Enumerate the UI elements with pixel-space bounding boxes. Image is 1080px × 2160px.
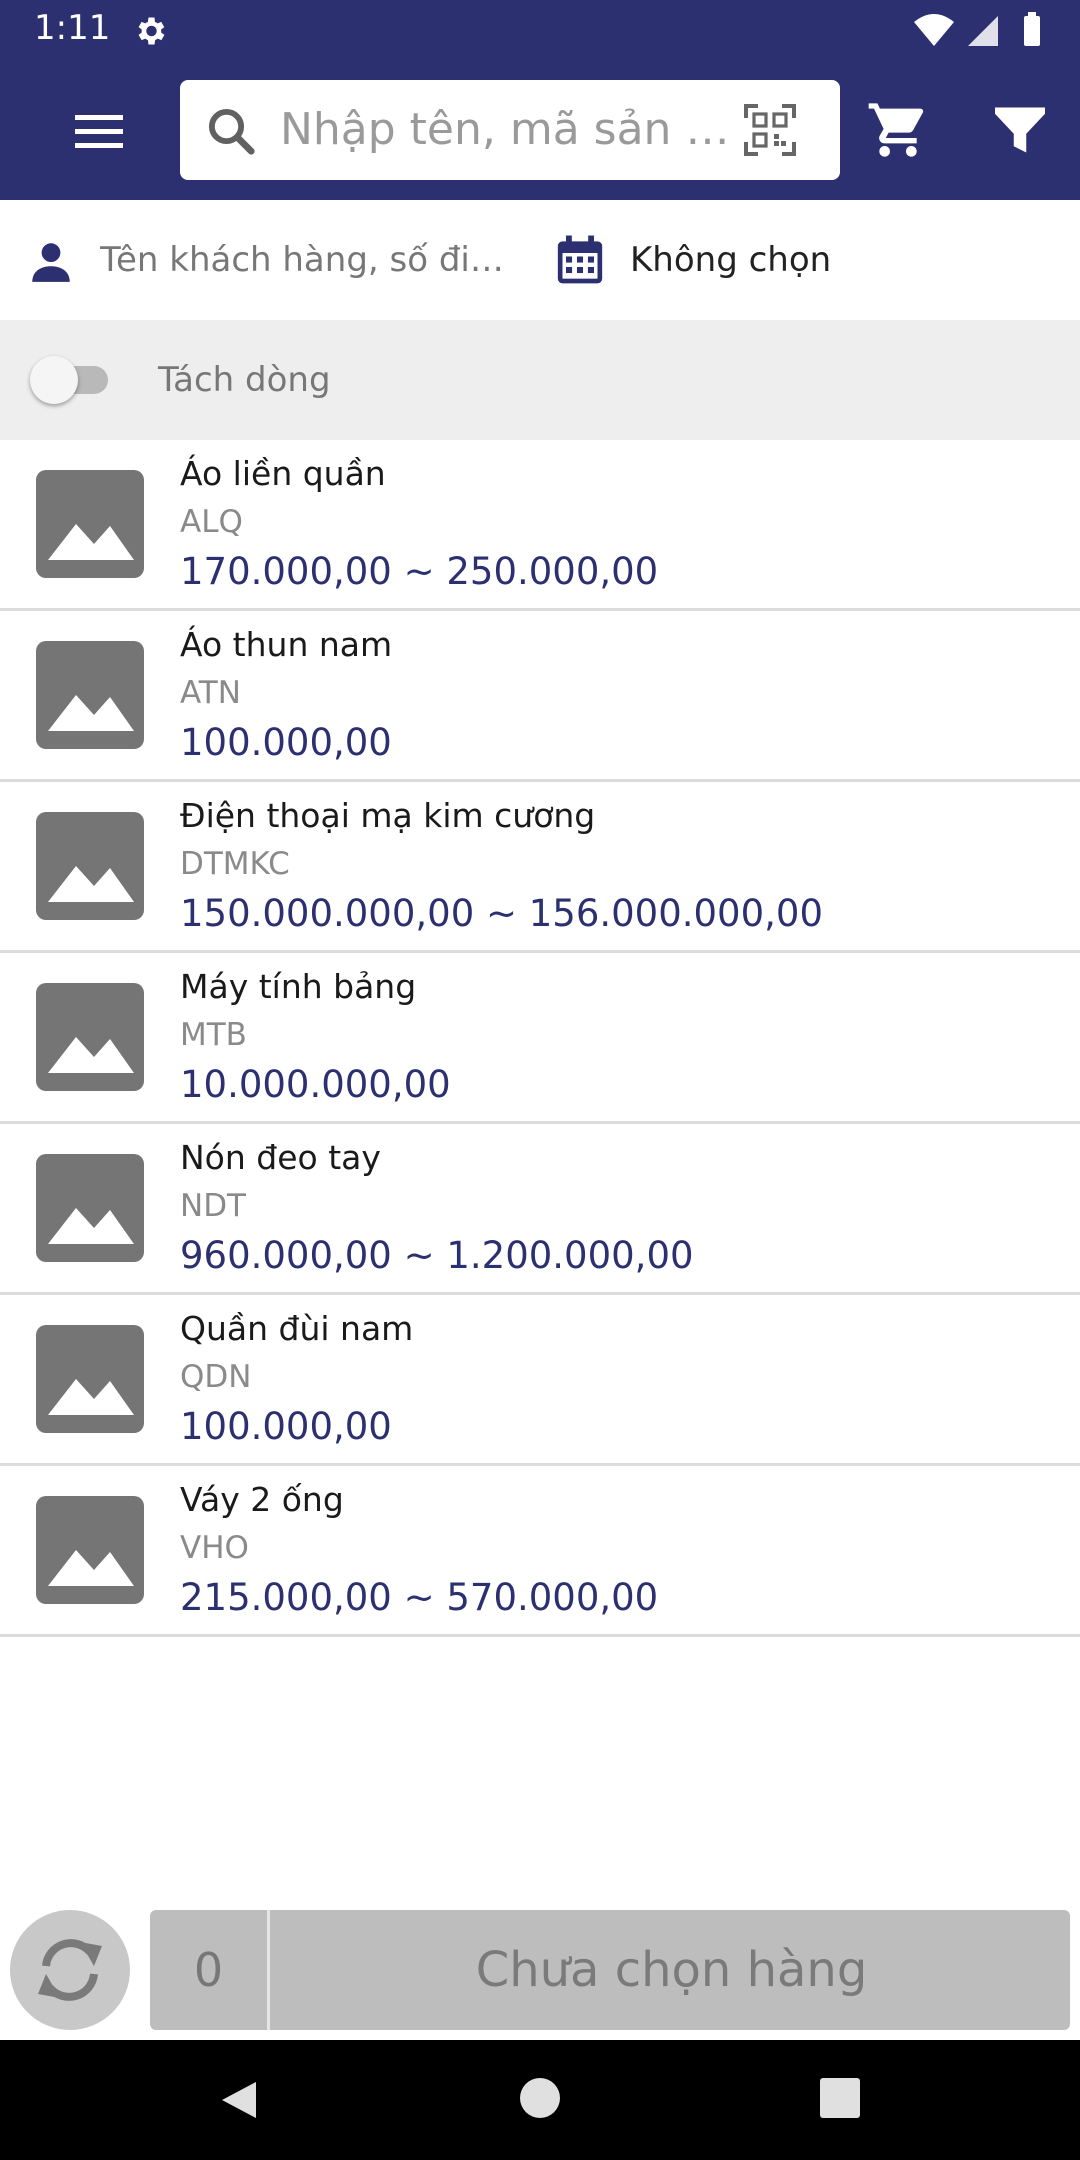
image-placeholder-icon: [36, 1154, 144, 1262]
selected-count: 0: [150, 1910, 270, 2030]
image-placeholder-icon: [36, 812, 144, 920]
product-item[interactable]: Áo liền quần ALQ 170.000,00 ~ 250.000,00: [0, 440, 1080, 611]
split-line-row: Tách dòng: [0, 320, 1080, 440]
qr-code-icon[interactable]: [742, 102, 798, 158]
battery-icon: [1024, 16, 1040, 46]
refresh-icon: [38, 1939, 102, 2001]
product-price: 215.000,00 ~ 570.000,00: [180, 1576, 659, 1619]
person-icon: [32, 243, 70, 282]
filter-icon[interactable]: [990, 98, 1050, 162]
search-icon: [208, 108, 255, 155]
image-placeholder-icon: [36, 1496, 144, 1604]
settings-icon: [138, 17, 165, 45]
checkout-bar[interactable]: 0 Chưa chọn hàng: [150, 1910, 1070, 2030]
menu-button[interactable]: [64, 100, 136, 162]
product-price: 170.000,00 ~ 250.000,00: [180, 550, 659, 593]
product-price: 100.000,00: [180, 721, 392, 764]
product-code: VHO: [180, 1530, 249, 1566]
product-price: 960.000,00 ~ 1.200.000,00: [180, 1234, 694, 1277]
customer-input[interactable]: Tên khách hàng, số điện thoại: [100, 240, 520, 280]
cart-icon[interactable]: [866, 98, 930, 162]
recents-icon[interactable]: [820, 2078, 860, 2118]
product-list: Áo liền quần ALQ 170.000,00 ~ 250.000,00…: [0, 440, 1080, 1637]
search-input[interactable]: Nhập tên, mã sản phẩm: [280, 104, 730, 155]
toggle-thumb: [30, 356, 78, 404]
product-name: Nón đeo tay: [180, 1138, 381, 1177]
product-code: MTB: [180, 1017, 247, 1053]
system-nav-bar: [0, 2040, 1080, 2160]
product-price: 10.000.000,00: [180, 1063, 451, 1106]
search-box[interactable]: Nhập tên, mã sản phẩm: [180, 80, 840, 180]
image-placeholder-icon: [36, 983, 144, 1091]
product-name: Áo liền quần: [180, 454, 386, 493]
product-code: ALQ: [180, 504, 243, 540]
signal-icon: [968, 16, 998, 46]
back-icon[interactable]: [216, 2078, 260, 2122]
customer-row: Tên khách hàng, số điện thoại Không chọn: [0, 200, 1080, 320]
product-name: Điện thoại mạ kim cương: [180, 796, 596, 835]
calendar-icon[interactable]: [552, 232, 608, 288]
product-item[interactable]: Điện thoại mạ kim cương DTMKC 150.000.00…: [0, 782, 1080, 953]
split-line-toggle[interactable]: [30, 356, 110, 404]
refresh-button[interactable]: [10, 1910, 130, 2030]
product-name: Váy 2 ống: [180, 1480, 344, 1519]
product-price: 150.000.000,00 ~ 156.000.000,00: [180, 892, 823, 935]
date-selector[interactable]: Không chọn: [630, 240, 831, 280]
status-time: 1:11: [34, 8, 111, 48]
product-code: DTMKC: [180, 846, 290, 882]
image-placeholder-icon: [36, 1325, 144, 1433]
product-item[interactable]: Váy 2 ống VHO 215.000,00 ~ 570.000,00: [0, 1466, 1080, 1637]
status-bar: 1:11: [0, 0, 1080, 62]
image-placeholder-icon: [36, 470, 144, 578]
app-bar: Nhập tên, mã sản phẩm: [0, 62, 1080, 200]
image-placeholder-icon: [36, 641, 144, 749]
product-item[interactable]: Áo thun nam ATN 100.000,00: [0, 611, 1080, 782]
split-line-label: Tách dòng: [158, 360, 331, 400]
product-name: Máy tính bảng: [180, 967, 417, 1006]
product-item[interactable]: Quần đùi nam QDN 100.000,00: [0, 1295, 1080, 1466]
product-item[interactable]: Máy tính bảng MTB 10.000.000,00: [0, 953, 1080, 1124]
cart-status-label[interactable]: Chưa chọn hàng: [273, 1910, 1070, 2030]
status-icons: [914, 12, 1040, 46]
product-code: QDN: [180, 1359, 252, 1395]
product-item[interactable]: Nón đeo tay NDT 960.000,00 ~ 1.200.000,0…: [0, 1124, 1080, 1295]
product-name: Áo thun nam: [180, 625, 393, 664]
wifi-icon: [914, 14, 954, 46]
product-name: Quần đùi nam: [180, 1309, 414, 1348]
product-code: ATN: [180, 675, 241, 711]
product-code: NDT: [180, 1188, 246, 1224]
home-icon[interactable]: [520, 2078, 560, 2118]
product-price: 100.000,00: [180, 1405, 392, 1448]
menu-icon: [75, 115, 123, 148]
